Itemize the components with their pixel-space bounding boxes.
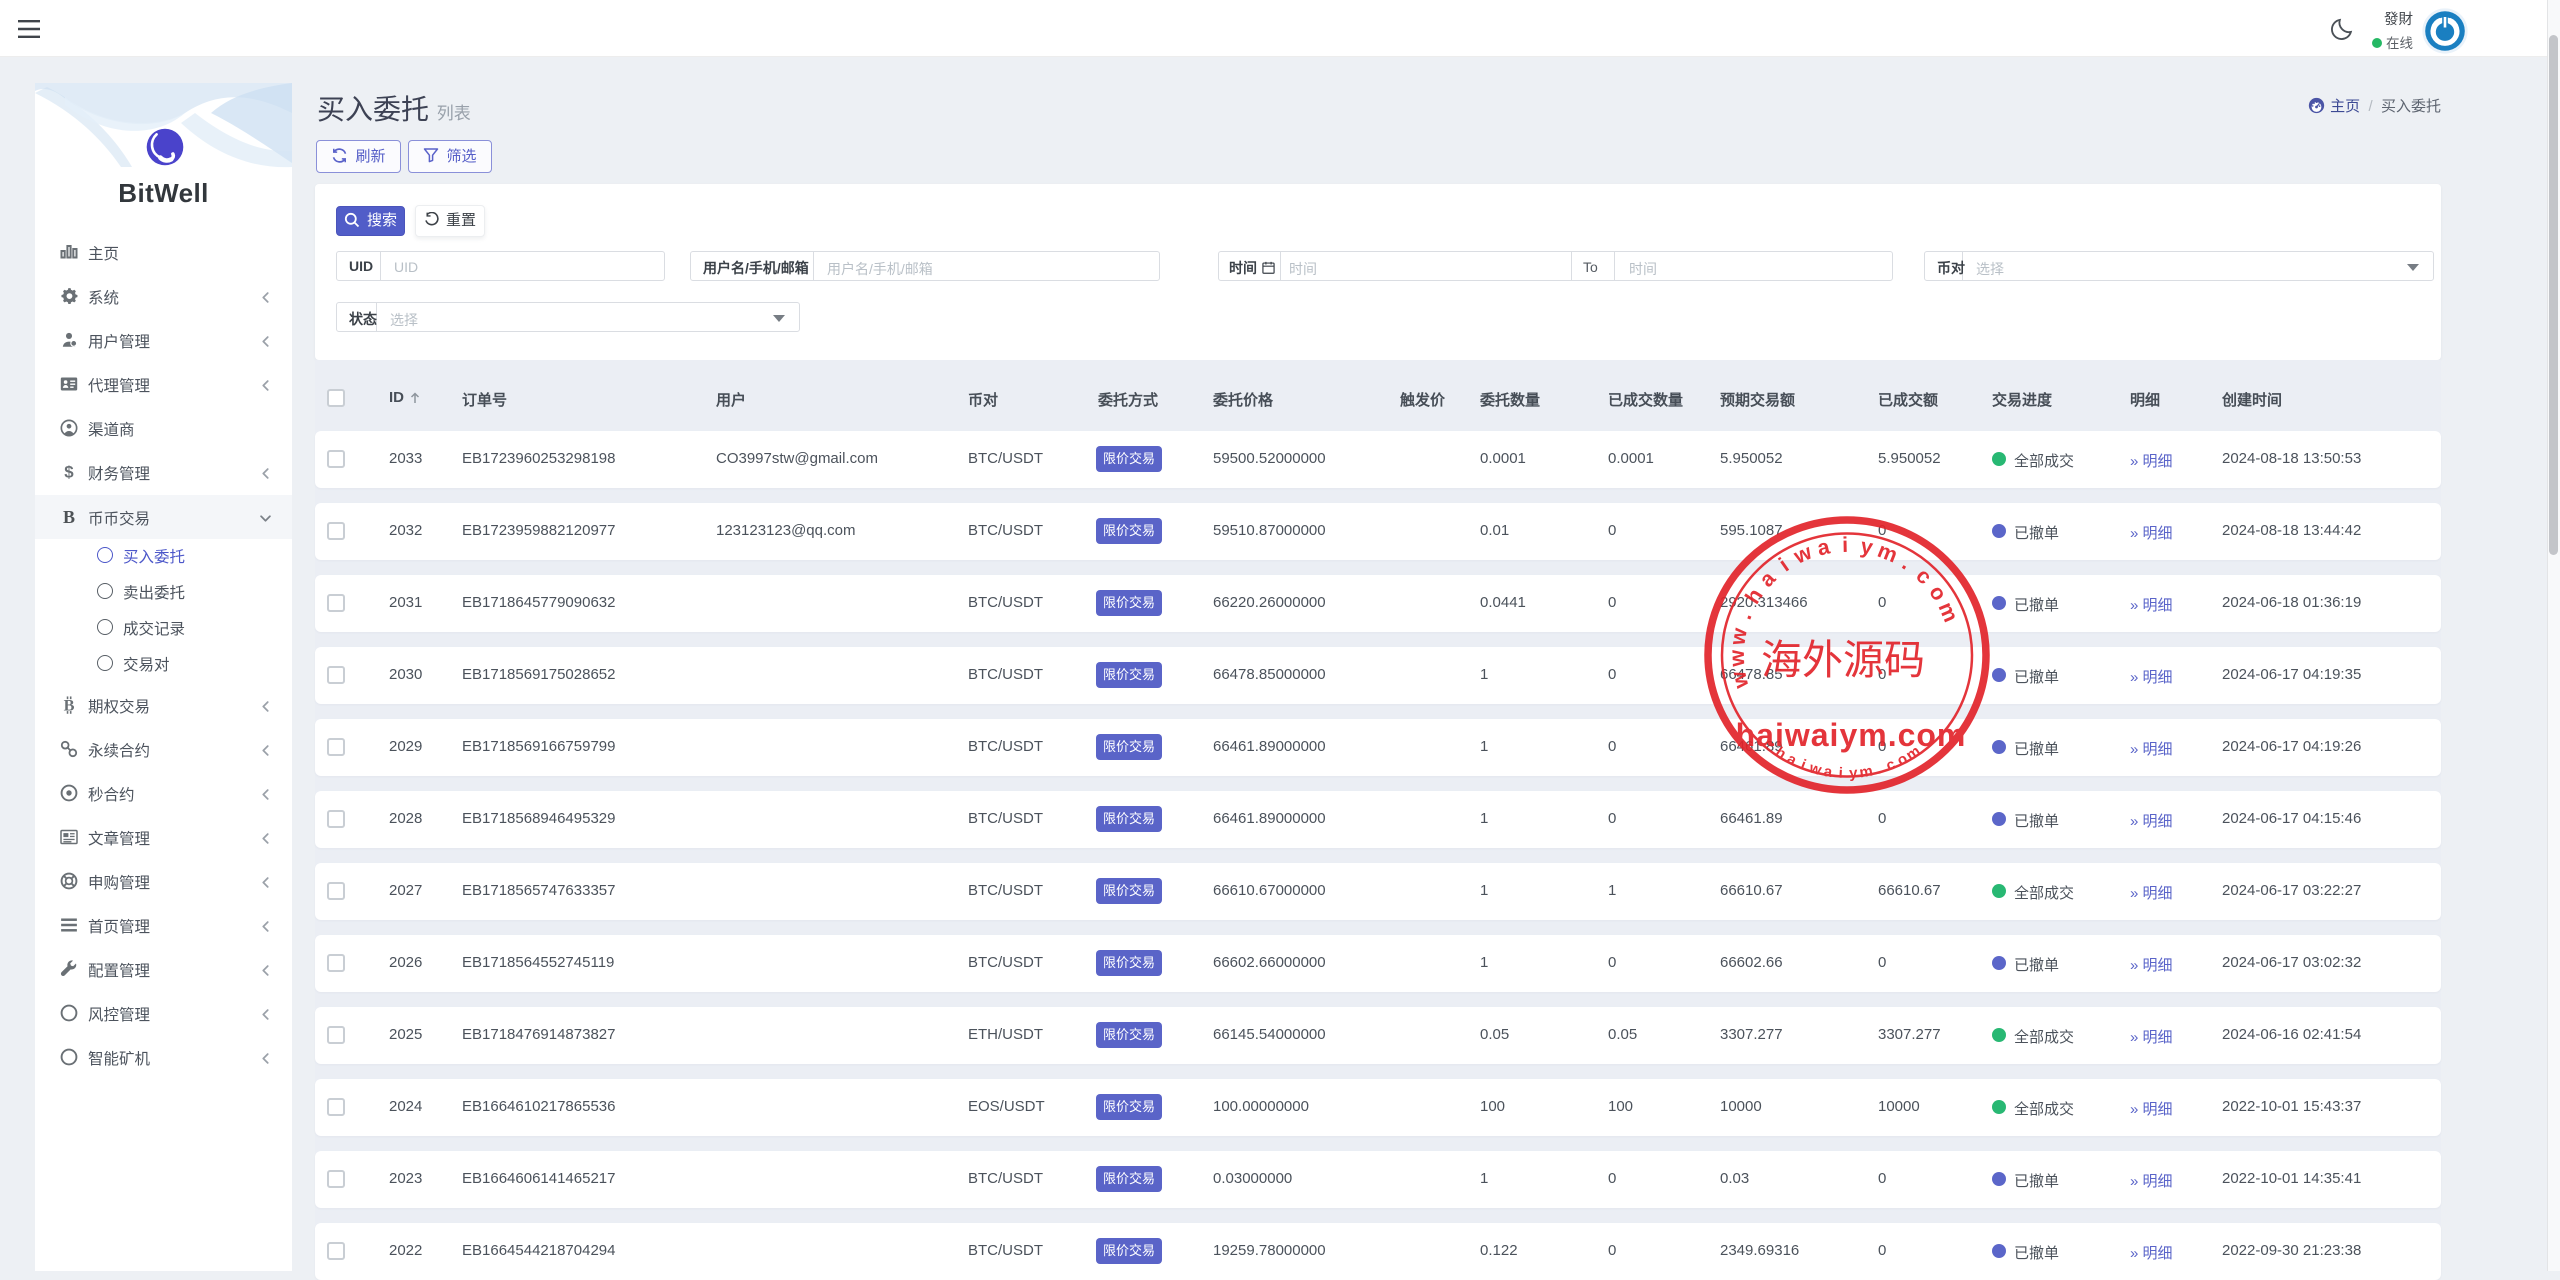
svg-text:i: i (1842, 533, 1848, 557)
svg-text:a: a (1815, 534, 1833, 560)
svg-text:B: B (64, 696, 75, 714)
svg-text:c: c (1911, 564, 1936, 590)
svg-text:w: w (1725, 626, 1752, 648)
svg-text:i: i (1838, 765, 1843, 782)
svg-text:海外源码: 海外源码 (1761, 637, 1925, 683)
svg-text:w: w (1725, 649, 1750, 668)
svg-text:haiwaiym.com: haiwaiym.com (1736, 717, 1967, 753)
svg-text:i: i (1775, 553, 1794, 576)
svg-text:.: . (1732, 608, 1757, 622)
svg-text:h: h (1740, 584, 1767, 608)
svg-text:w: w (1807, 759, 1824, 779)
svg-text:B: B (63, 508, 75, 526)
svg-text:.: . (1874, 761, 1883, 778)
svg-text:a: a (1755, 566, 1781, 592)
svg-text:a: a (1822, 763, 1834, 781)
svg-text:.: . (1898, 551, 1916, 574)
svg-text:m: m (1858, 762, 1874, 781)
svg-text:y: y (1849, 765, 1859, 782)
svg-text:w: w (1726, 669, 1753, 692)
svg-text:$: $ (64, 463, 74, 481)
svg-text:y: y (1859, 534, 1875, 560)
